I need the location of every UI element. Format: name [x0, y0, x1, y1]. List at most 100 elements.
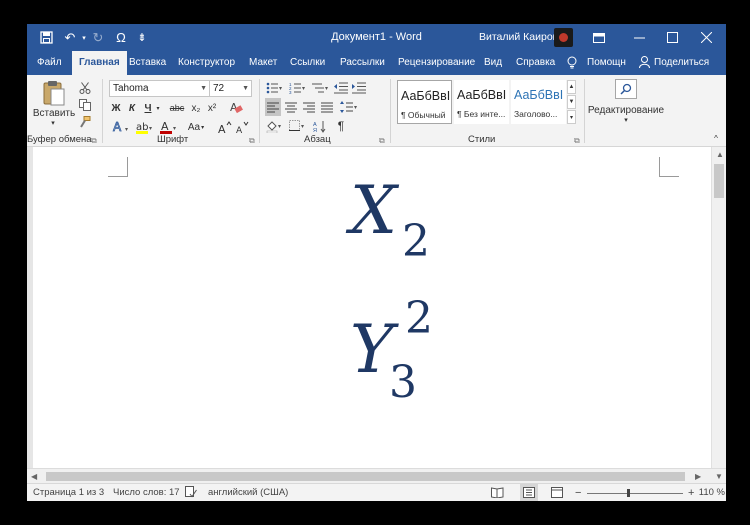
vertical-scroll-thumb[interactable]: [714, 164, 724, 198]
equation-x-sub-2[interactable]: X 2: [33, 147, 711, 297]
print-layout-icon[interactable]: [520, 484, 538, 501]
vertical-scrollbar[interactable]: ▲: [711, 147, 726, 468]
tab-home[interactable]: Главная: [72, 51, 127, 76]
align-center-icon[interactable]: [283, 98, 299, 116]
align-left-icon[interactable]: [265, 98, 281, 116]
omega-symbol-icon[interactable]: Ω: [110, 24, 132, 51]
scroll-left-arrow-icon[interactable]: ◀: [31, 472, 37, 481]
style-no-spacing[interactable]: АаБбВвI ¶ Без инте...: [454, 80, 509, 124]
tab-help[interactable]: Справка: [516, 51, 555, 75]
editing-dropdown-icon[interactable]: ▾: [619, 115, 633, 125]
page-count[interactable]: Страница 1 из 3: [33, 484, 104, 501]
zoom-slider-thumb[interactable]: [627, 489, 630, 497]
shrink-font-icon[interactable]: A: [236, 118, 250, 136]
minimize-icon[interactable]: [622, 24, 656, 51]
highlight-color-icon[interactable]: ab ▾: [134, 118, 156, 136]
bold-button[interactable]: Ж: [109, 99, 123, 117]
grow-font-icon[interactable]: A: [218, 118, 232, 136]
equation-base: Y: [350, 311, 394, 388]
style-heading-1[interactable]: АаБбВвI Заголово...: [511, 80, 566, 124]
clipboard-dialog-launcher-icon[interactable]: ⧉: [91, 136, 97, 146]
svg-text:A: A: [218, 123, 226, 134]
styles-more-icon[interactable]: ▾: [567, 110, 576, 124]
tab-share[interactable]: Поделиться: [654, 51, 709, 75]
styles-scroll-up-icon[interactable]: ▲: [567, 80, 576, 94]
numbering-icon[interactable]: 1 2 3 ▾: [288, 79, 308, 97]
share-person-icon[interactable]: [639, 51, 650, 75]
cut-scissors-icon[interactable]: [77, 79, 93, 97]
styles-group-label: Стили: [468, 134, 496, 145]
customize-icon[interactable]: ⇟: [131, 24, 153, 51]
scroll-up-arrow-icon[interactable]: ▲: [716, 150, 724, 159]
read-mode-icon[interactable]: [491, 484, 504, 501]
document-page[interactable]: X 2 Y 3 2: [33, 147, 711, 468]
collapse-ribbon-icon[interactable]: ^: [710, 132, 722, 144]
document-area[interactable]: X 2 Y 3 2: [27, 147, 711, 468]
web-layout-icon[interactable]: [551, 484, 563, 501]
decrease-indent-icon[interactable]: [333, 79, 349, 97]
tab-references[interactable]: Ссылки: [290, 51, 325, 75]
tab-review[interactable]: Рецензирование: [398, 51, 475, 75]
user-name[interactable]: Виталий Каиров: [479, 24, 558, 51]
ribbon-display-options-icon[interactable]: [582, 24, 616, 51]
clear-formatting-icon[interactable]: A: [226, 98, 246, 116]
underline-dropdown-icon[interactable]: ▾: [153, 99, 163, 117]
zoom-level[interactable]: 110 %: [687, 484, 725, 501]
increase-indent-icon[interactable]: [351, 79, 367, 97]
save-icon[interactable]: [35, 24, 57, 51]
tell-me-lightbulb-icon[interactable]: [567, 51, 577, 75]
scroll-down-arrow-icon[interactable]: ▼: [715, 472, 723, 481]
paste-button[interactable]: [41, 79, 67, 107]
zoom-out-button[interactable]: −: [575, 484, 581, 501]
multilevel-list-icon[interactable]: ▾: [311, 79, 331, 97]
tab-insert[interactable]: Вставка: [129, 51, 166, 75]
close-icon[interactable]: [689, 24, 723, 51]
strikethrough-button[interactable]: abc: [167, 99, 187, 117]
text-effects-icon[interactable]: A ▾: [111, 118, 133, 136]
tab-view[interactable]: Вид: [484, 51, 502, 75]
sort-icon[interactable]: AЯ: [312, 117, 328, 135]
styles-scroll-down-icon[interactable]: ▼: [567, 95, 576, 109]
copy-icon[interactable]: [77, 96, 93, 114]
scroll-right-arrow-icon[interactable]: ▶: [695, 472, 701, 481]
horizontal-scrollbar[interactable]: ◀ ▶ ▼: [27, 468, 726, 483]
shading-bucket-icon[interactable]: ▾: [265, 117, 285, 135]
tab-tell-me[interactable]: Помощн: [587, 51, 626, 75]
align-right-icon[interactable]: [301, 98, 317, 116]
chevron-down-icon[interactable]: ▼: [242, 81, 249, 96]
show-formatting-pilcrow-icon[interactable]: ¶: [333, 117, 349, 135]
paragraph-dialog-launcher-icon[interactable]: ⧉: [379, 136, 385, 146]
svg-text:▾: ▾: [173, 126, 176, 132]
find-magnifier-icon[interactable]: [615, 79, 637, 99]
equation-y-sub-3-sup-2[interactable]: Y 3 2: [33, 297, 711, 447]
svg-text:3: 3: [289, 90, 292, 94]
styles-dialog-launcher-icon[interactable]: ⧉: [574, 136, 580, 146]
bullets-icon[interactable]: ▾: [265, 79, 285, 97]
paste-dropdown-icon[interactable]: ▾: [46, 118, 60, 128]
line-spacing-icon[interactable]: ▾: [339, 98, 359, 116]
zoom-slider-track[interactable]: [587, 493, 683, 494]
borders-icon[interactable]: ▾: [288, 117, 308, 135]
language[interactable]: английский (США): [208, 484, 288, 501]
maximize-icon[interactable]: [655, 24, 689, 51]
font-size-combo[interactable]: 72 ▼: [209, 80, 252, 97]
italic-button[interactable]: К: [125, 99, 139, 117]
equation-subscript: 3: [389, 357, 417, 408]
tab-design[interactable]: Конструктор: [178, 51, 235, 75]
tab-file[interactable]: Файл: [37, 51, 62, 75]
format-painter-brush-icon[interactable]: [77, 113, 93, 131]
style-normal[interactable]: АаБбВвI ¶ Обычный: [397, 80, 452, 124]
proofing-icon[interactable]: [185, 484, 197, 501]
horizontal-scroll-thumb[interactable]: [46, 472, 685, 481]
redo-icon[interactable]: ↻: [87, 24, 109, 51]
tab-mailings[interactable]: Рассылки: [340, 51, 385, 75]
justify-icon[interactable]: [319, 98, 335, 116]
font-name-combo[interactable]: Tahoma ▼: [109, 80, 210, 97]
font-dialog-launcher-icon[interactable]: ⧉: [249, 136, 255, 146]
svg-text:▾: ▾: [278, 124, 281, 130]
tab-layout[interactable]: Макет: [249, 51, 277, 75]
word-count[interactable]: Число слов: 17: [113, 484, 180, 501]
superscript-button[interactable]: x²: [203, 99, 221, 117]
avatar[interactable]: [554, 28, 573, 47]
chevron-down-icon[interactable]: ▼: [200, 81, 207, 96]
